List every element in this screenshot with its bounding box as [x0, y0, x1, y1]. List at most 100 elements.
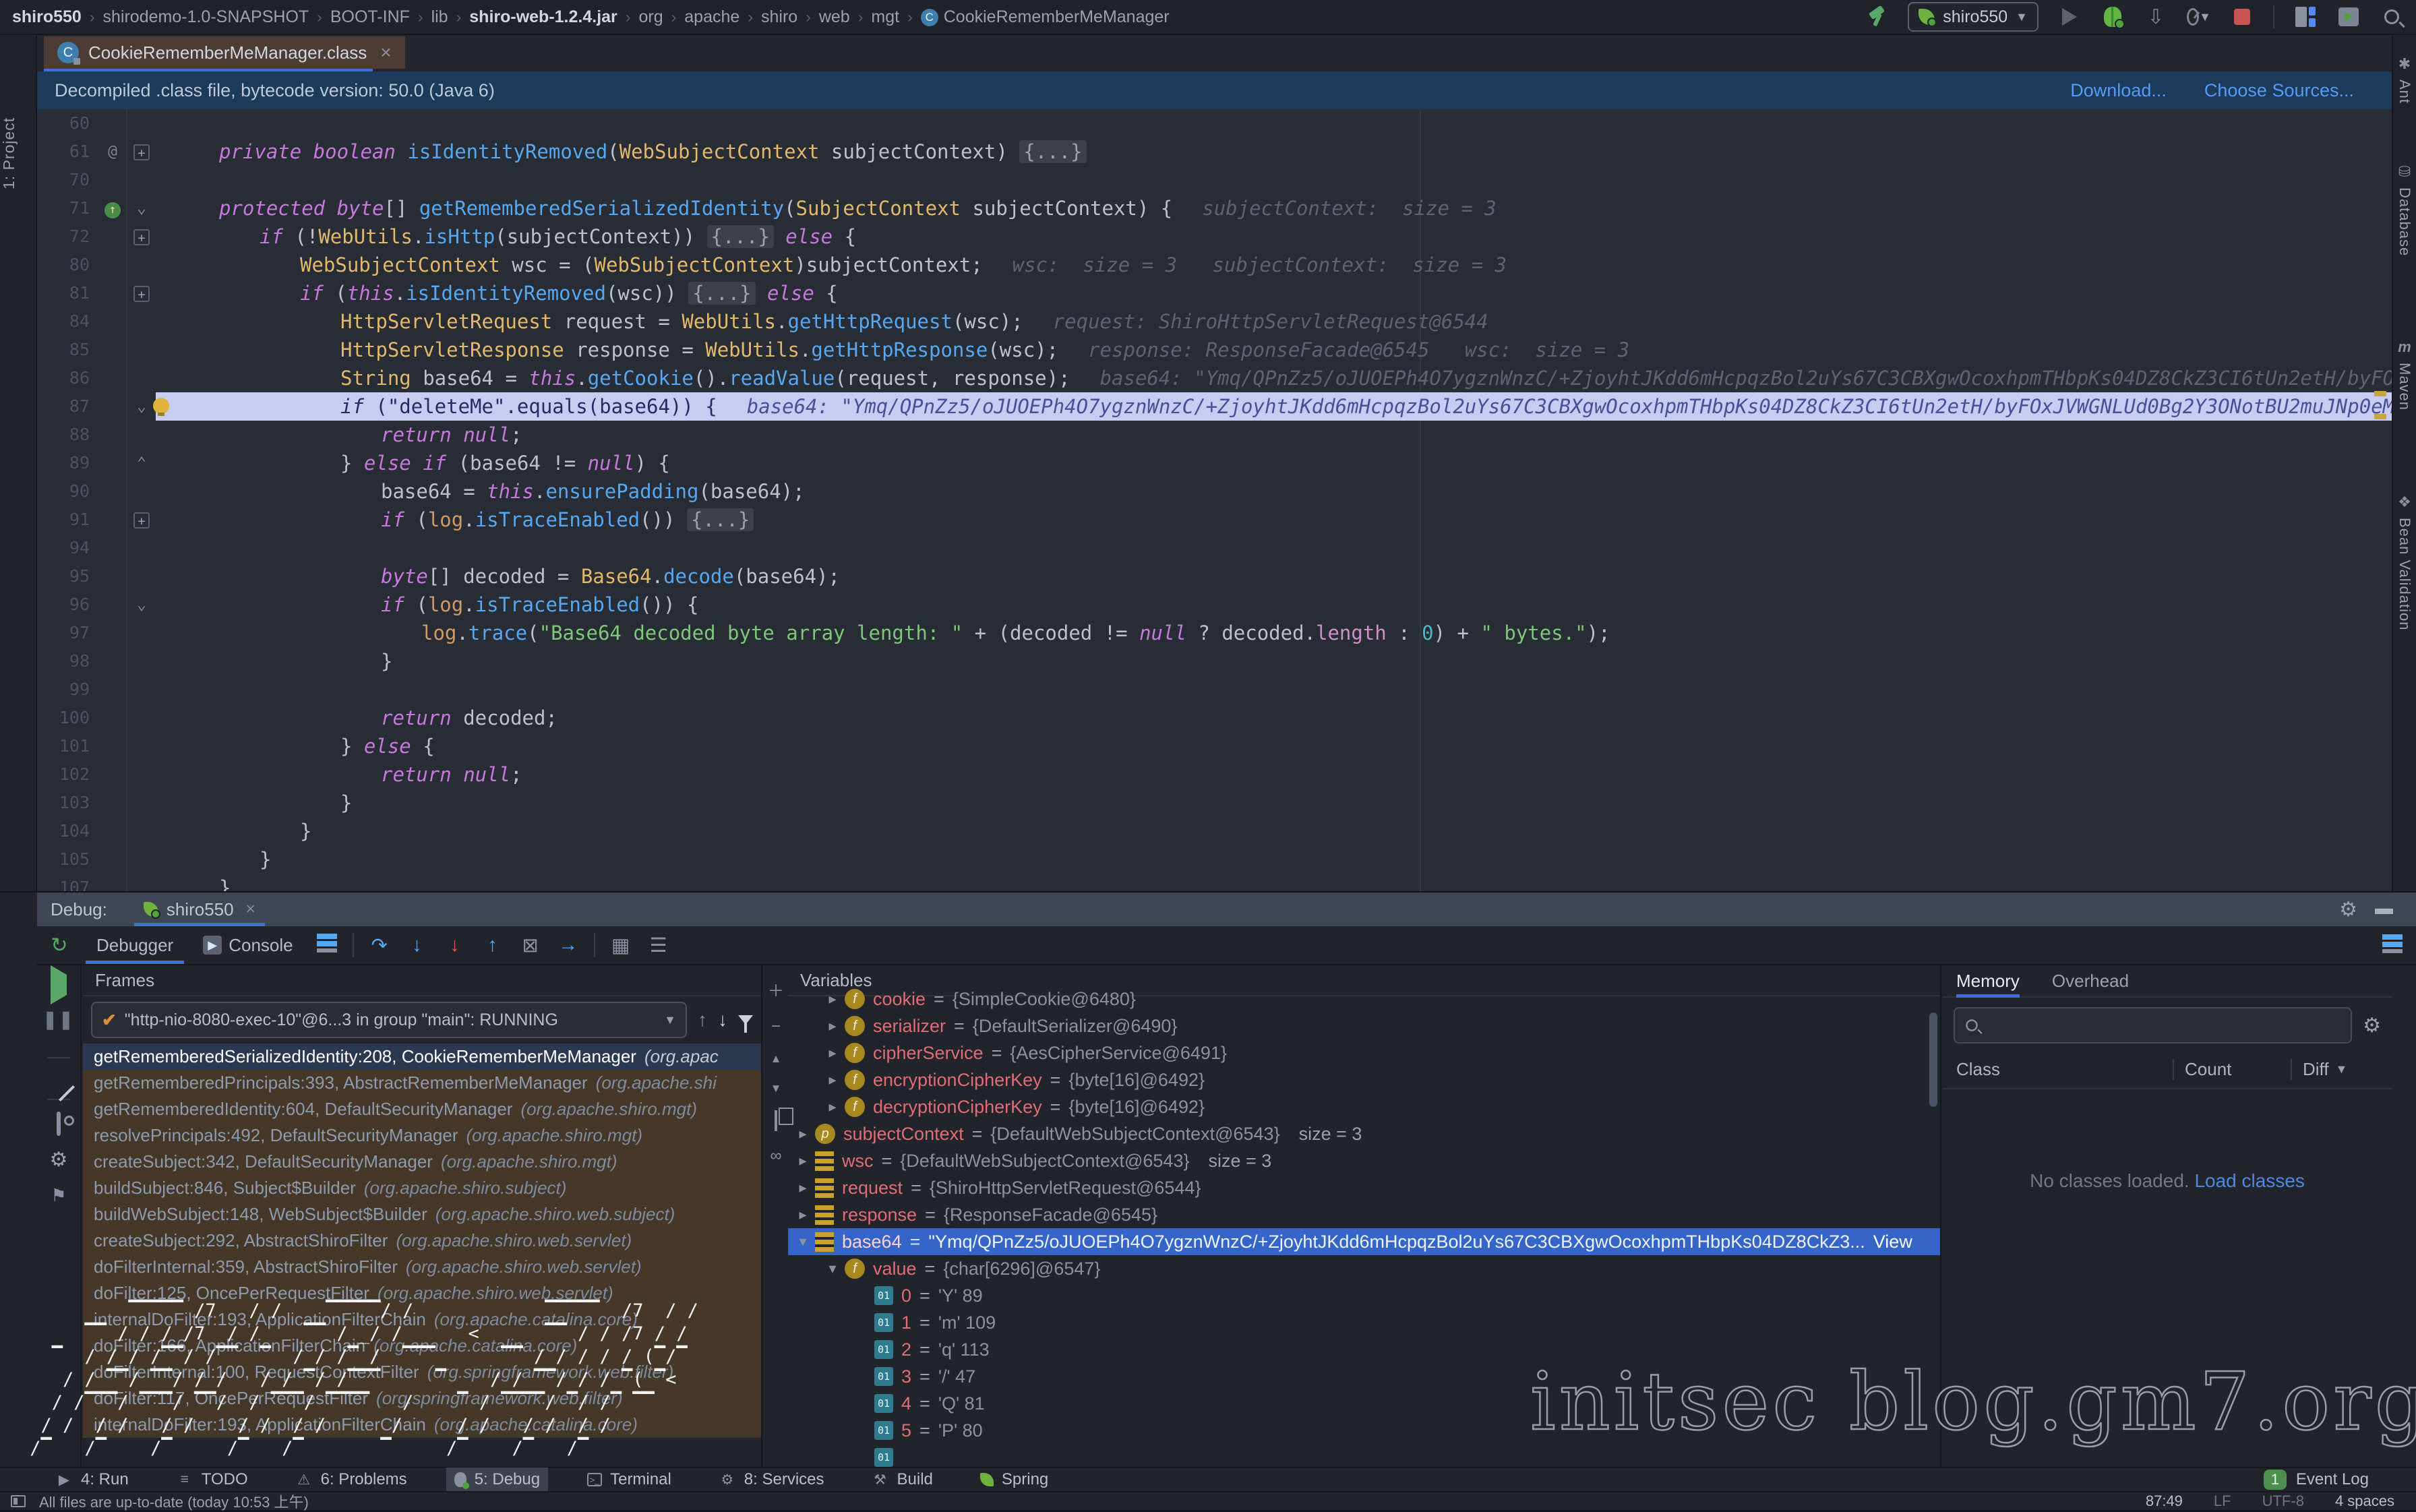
tree-chevron-icon[interactable]: ▸	[820, 1098, 845, 1116]
remove-watch-icon[interactable]: −	[771, 1017, 781, 1036]
step-out-icon[interactable]: ↑	[474, 934, 512, 957]
code-line[interactable]: 104}	[37, 817, 2392, 845]
code-line[interactable]: 88return null;	[37, 421, 2392, 449]
fold-marker[interactable]	[126, 675, 156, 704]
breadcrumb-item[interactable]: shiro550	[12, 7, 82, 27]
run-window-icon[interactable]	[2336, 5, 2361, 29]
close-icon[interactable]: ×	[380, 42, 391, 63]
variable-row[interactable]: 013='/' 47	[788, 1363, 1940, 1390]
fold-marker[interactable]	[126, 109, 156, 138]
stack-frame-row[interactable]: doFilter:125, OncePerRequestFilter(org.a…	[83, 1280, 761, 1306]
drop-frame-icon[interactable]: ⊠	[512, 934, 549, 957]
fold-marker[interactable]	[126, 534, 156, 562]
code-line[interactable]: 103}	[37, 789, 2392, 817]
variable-row[interactable]: ▸fcipherService={AesCipherService@6491}	[788, 1039, 1940, 1066]
run-to-cursor-icon[interactable]: →	[549, 934, 587, 957]
tab-cookierememberme[interactable]: C CookieRememberMeManager.class ×	[44, 36, 405, 69]
variable-row[interactable]: ▸psubjectContext={DefaultWebSubjectConte…	[788, 1120, 1940, 1147]
tree-chevron-icon[interactable]: ▸	[820, 990, 845, 1008]
code-line[interactable]: 89⌃} else if (base64 != null) {	[37, 449, 2392, 477]
breadcrumb-item[interactable]: shiro	[761, 7, 797, 27]
prev-frame-icon[interactable]: ↑	[698, 1009, 707, 1031]
stack-frame-row[interactable]: getRememberedIdentity:604, DefaultSecuri…	[83, 1096, 761, 1122]
download-link[interactable]: Download...	[2070, 80, 2167, 101]
code-line[interactable]: 80WebSubjectContext wsc = (WebSubjectCon…	[37, 251, 2392, 279]
fold-marker[interactable]	[126, 647, 156, 675]
breadcrumb-item[interactable]: BOOT-INF	[330, 7, 410, 27]
code-line[interactable]: 70	[37, 166, 2392, 194]
force-step-into-icon[interactable]: ↓	[436, 934, 474, 957]
copy-stack-icon[interactable]	[775, 1112, 777, 1130]
s idebar-item-project[interactable]: 1: Project	[0, 89, 36, 217]
variable-row[interactable]: ▸fdecryptionCipherKey={byte[16]@6492}	[788, 1093, 1940, 1120]
variable-row[interactable]: ▸fserializer={DefaultSerializer@6490}	[788, 1012, 1940, 1039]
tree-chevron-icon[interactable]: ▸	[820, 1017, 845, 1035]
column-diff[interactable]: Diff▼	[2291, 1059, 2392, 1080]
code-line[interactable]: 99	[37, 675, 2392, 704]
code-line[interactable]: 87⌄if ("deleteMe".equals(base64)) {base6…	[37, 392, 2392, 421]
restore-layout-icon[interactable]	[2382, 933, 2403, 958]
next-frame-icon[interactable]: ↓	[718, 1009, 727, 1031]
code-line[interactable]: 84HttpServletRequest request = WebUtils.…	[37, 307, 2392, 336]
fold-marker[interactable]: +	[126, 222, 156, 251]
tree-chevron-icon[interactable]: ▸	[791, 1125, 815, 1143]
settings-gear-icon[interactable]: ⚙	[2339, 898, 2357, 921]
code-line[interactable]: 107}	[37, 874, 2392, 891]
file-encoding[interactable]: UTF-8	[2262, 1492, 2304, 1510]
fold-marker[interactable]	[126, 760, 156, 789]
memory-search-input[interactable]	[1954, 1007, 2352, 1044]
thread-dump-icon[interactable]	[57, 1114, 61, 1135]
stack-frame-row[interactable]: getRememberedPrincipals:393, AbstractRem…	[83, 1070, 761, 1096]
fold-marker[interactable]	[126, 562, 156, 591]
tab-debugger[interactable]: Debugger	[82, 926, 188, 964]
move-up-icon[interactable]: ▲	[771, 1052, 782, 1066]
fold-marker[interactable]	[126, 477, 156, 506]
variable-row[interactable]: 012='q' 113	[788, 1336, 1940, 1363]
fold-expand-icon[interactable]: +	[133, 512, 150, 528]
close-icon[interactable]: ×	[246, 900, 255, 919]
tool-window-button-build[interactable]: ⚒Build	[864, 1468, 941, 1492]
breadcrumb-item[interactable]: web	[819, 7, 850, 27]
breadcrumb-item[interactable]: shirodemo-1.0-SNAPSHOT	[103, 7, 309, 27]
run-config-select[interactable]: shiro550 ▼	[1908, 2, 2039, 32]
tree-chevron-icon[interactable]: ▾	[820, 1260, 845, 1277]
sidebar-item-bean-validation[interactable]: ❖ Bean Validation	[2393, 493, 2416, 631]
stack-frame-row[interactable]: internalDoFilter:193, ApplicationFilterC…	[83, 1412, 761, 1438]
code-line[interactable]: 94	[37, 534, 2392, 562]
variable-row[interactable]: 01	[788, 1444, 1940, 1467]
sidebar-item-database[interactable]: ⛁ Database	[2393, 163, 2416, 256]
code-line[interactable]: 98}	[37, 647, 2392, 675]
line-separator[interactable]: LF	[2214, 1492, 2231, 1510]
stack-frame-row[interactable]: doFilter:117, OncePerRequestFilter(org.s…	[83, 1385, 761, 1412]
move-down-icon[interactable]: ▼	[771, 1082, 782, 1095]
breadcrumb-item[interactable]: mgt	[871, 7, 899, 27]
memory-settings-icon[interactable]: ⚙	[2363, 1014, 2381, 1037]
fold-marker[interactable]: ⌄	[126, 591, 156, 619]
code-line[interactable]: 102return null;	[37, 760, 2392, 789]
tree-chevron-icon[interactable]: ▸	[791, 1179, 815, 1197]
tab-memory[interactable]: Memory	[1956, 965, 2020, 996]
evaluate-expression-icon[interactable]: ▦	[602, 934, 640, 957]
variable-row[interactable]: ▸fencryptionCipherKey={byte[16]@6492}	[788, 1066, 1940, 1093]
tool-window-button-spring[interactable]: Spring	[972, 1468, 1056, 1492]
stop-button[interactable]	[2230, 5, 2254, 29]
fold-marker[interactable]	[126, 336, 156, 364]
tree-chevron-icon[interactable]: ▸	[820, 1071, 845, 1089]
column-count[interactable]: Count	[2173, 1059, 2291, 1080]
code-line[interactable]: 91+if (log.isTraceEnabled()) {...}	[37, 506, 2392, 534]
profiler-icon[interactable]: ▼	[2187, 5, 2211, 29]
sidebar-item-ant[interactable]: ✱ Ant	[2393, 55, 2416, 104]
step-over-icon[interactable]: ↷	[361, 934, 398, 957]
fold-marker[interactable]: +	[126, 138, 156, 166]
stack-frame-row[interactable]: resolvePrincipals:492, DefaultSecurityMa…	[83, 1122, 761, 1149]
fold-marker[interactable]: ⌄	[126, 392, 156, 421]
overriding-method-icon[interactable]: ↑	[104, 202, 121, 218]
fold-marker[interactable]	[126, 789, 156, 817]
column-class[interactable]: Class	[1943, 1059, 2173, 1080]
variables-scrollbar[interactable]	[1929, 1012, 1937, 1107]
breadcrumb-item[interactable]: apache	[684, 7, 739, 27]
fold-expand-icon[interactable]: +	[133, 286, 150, 302]
debug-settings-icon[interactable]: ⚙	[50, 1148, 68, 1172]
variable-row[interactable]: 011='m' 109	[788, 1309, 1940, 1336]
tool-window-button-problems[interactable]: ⚠6: Problems	[287, 1468, 415, 1492]
